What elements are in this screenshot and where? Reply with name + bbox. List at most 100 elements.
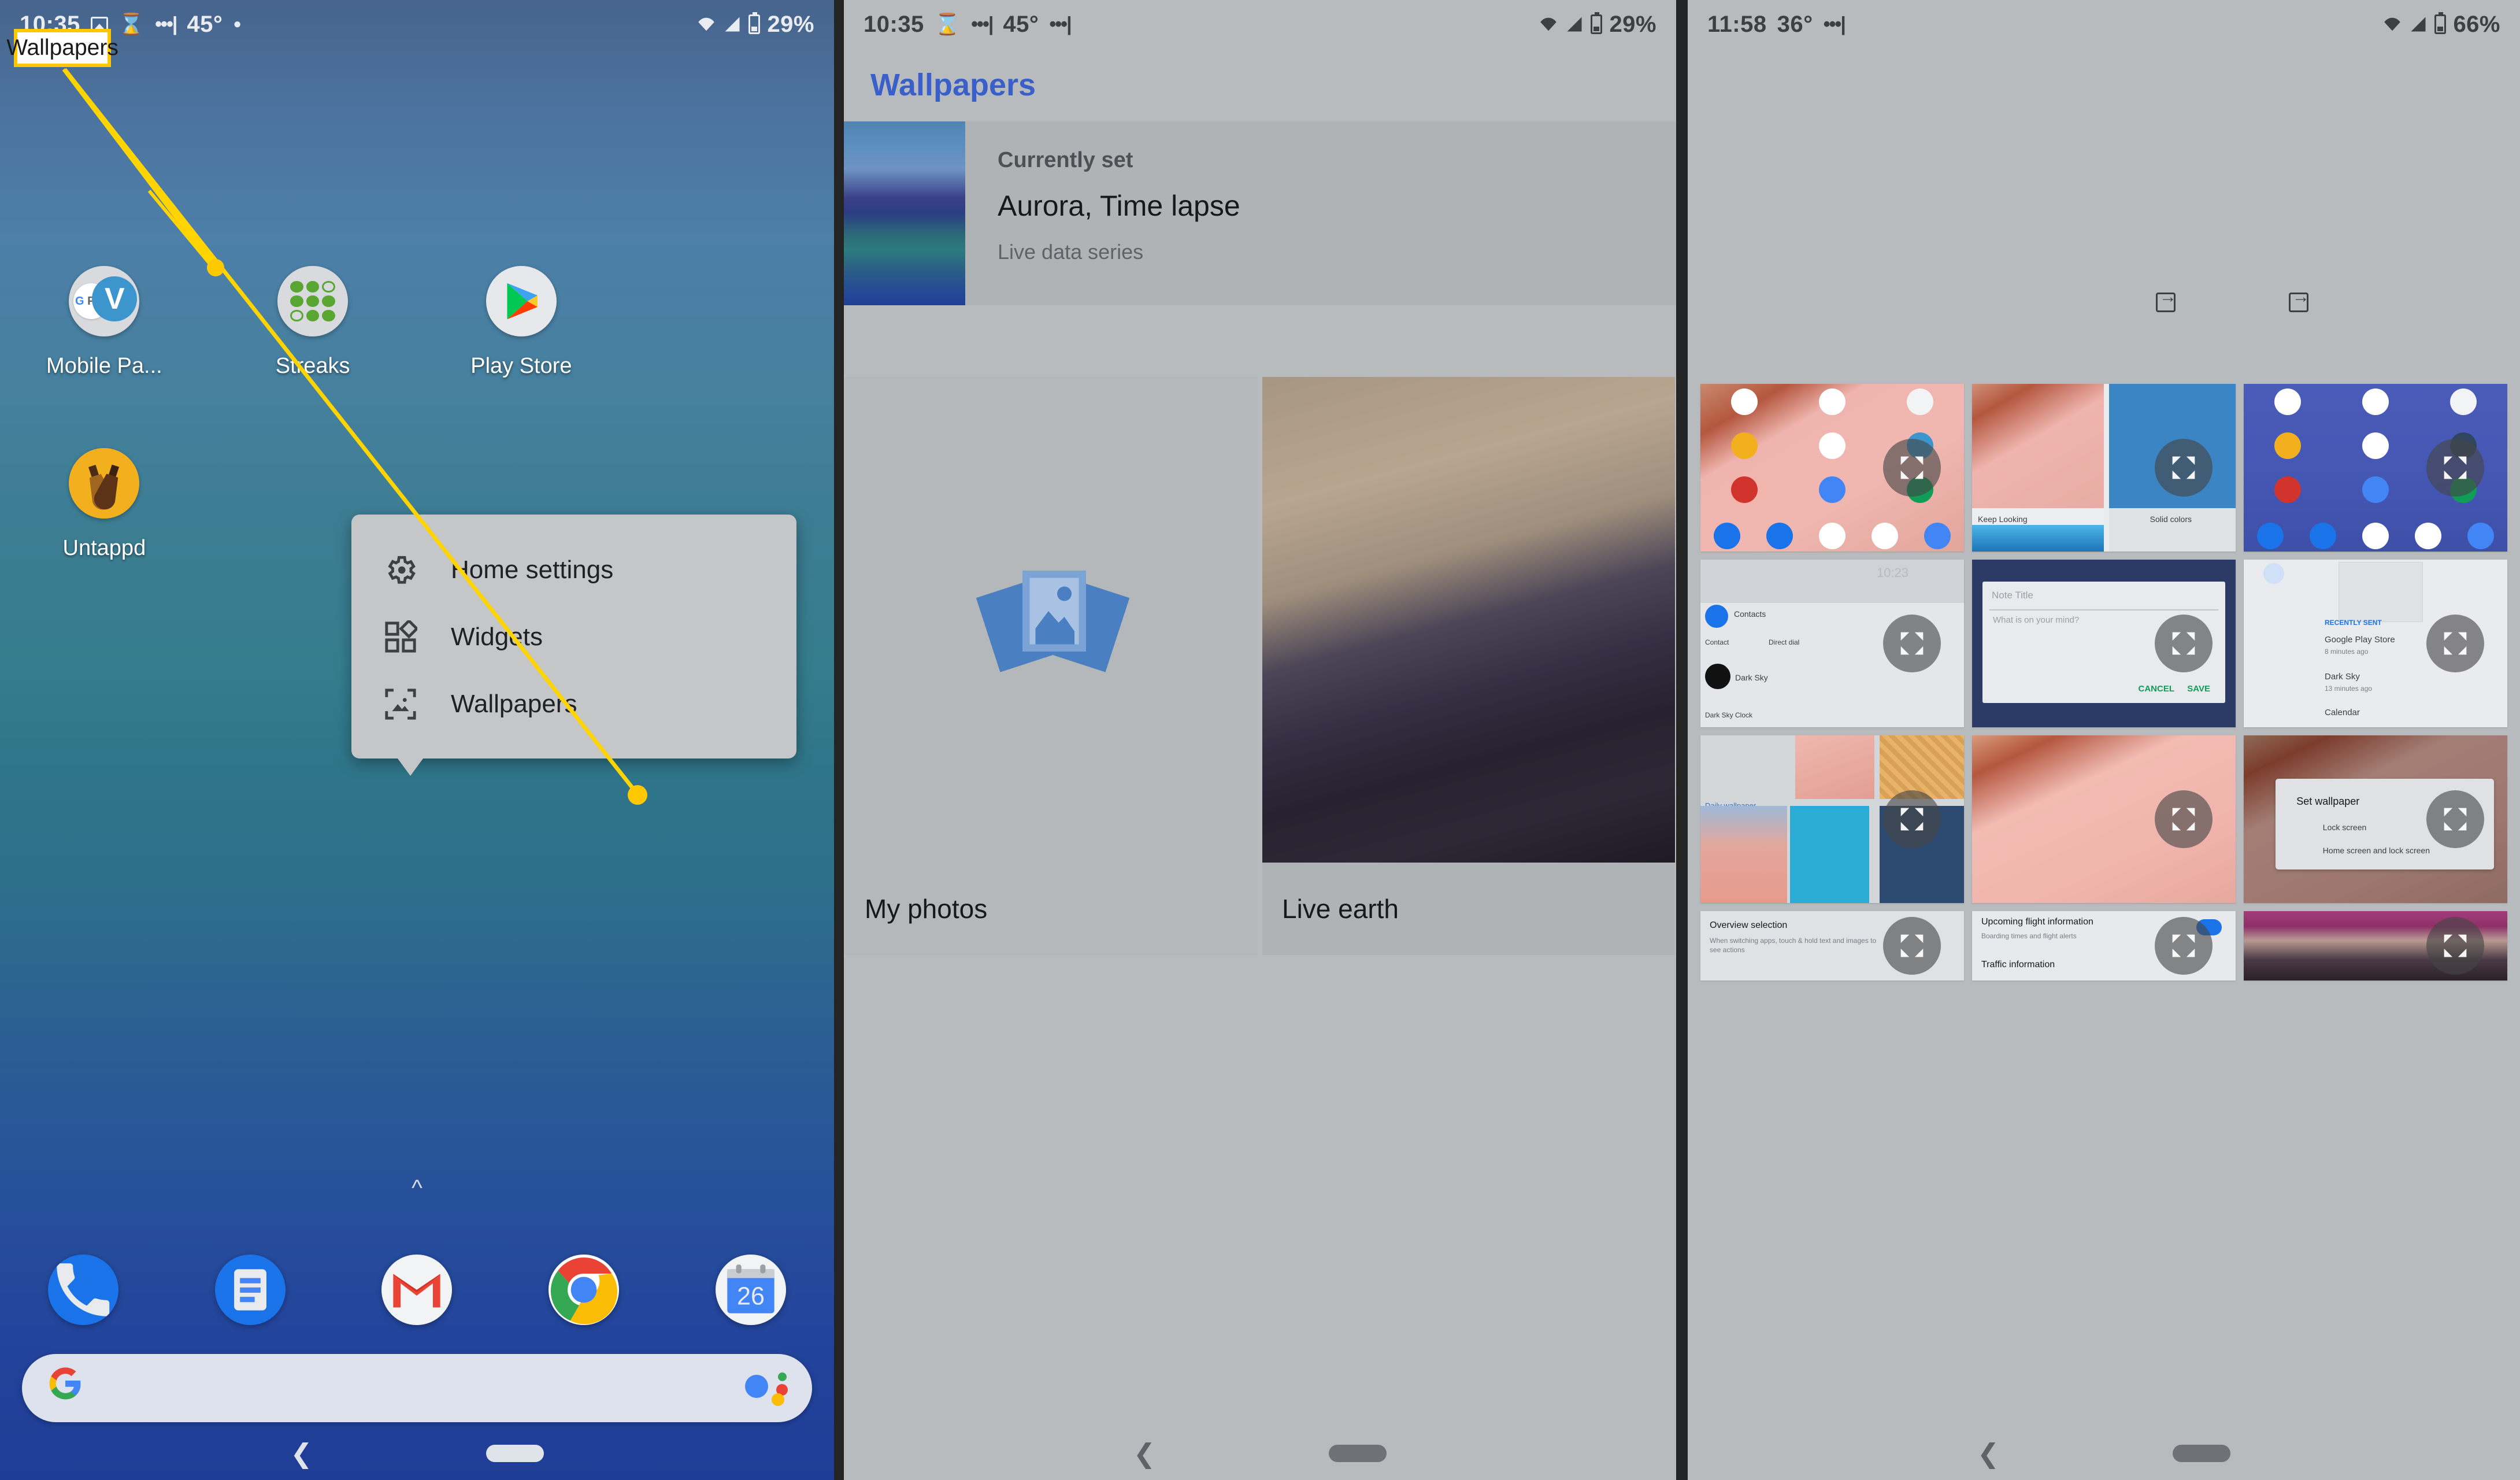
calendar-icon: 26	[715, 1255, 786, 1325]
wifi-icon	[1540, 17, 1557, 31]
expand-icon[interactable]	[2426, 615, 2484, 672]
current-wallpaper-thumbnail	[844, 121, 965, 305]
currently-set-name: Aurora, Time lapse	[998, 190, 1240, 222]
app-play-store[interactable]: Play Store	[417, 266, 626, 379]
panel-wallpapers-app: 10:35 ⌛ •••| 45° •••| 29% Wallpapers Cur…	[844, 0, 1676, 1480]
dock: 26	[0, 1255, 834, 1325]
gmail-icon	[381, 1255, 453, 1325]
back-icon[interactable]: ❮	[290, 1438, 313, 1469]
tile-text: Upcoming flight information	[1981, 917, 2093, 927]
recent-image-tile[interactable]: Set wallpaper Lock screen Home screen an…	[2244, 735, 2507, 903]
recent-image-tile[interactable]: RECENTLY SENT Google Play Store 8 minute…	[2244, 560, 2507, 727]
tile-text: 8 minutes ago	[2325, 648, 2369, 656]
tile-text: Dark Sky	[1735, 673, 1768, 682]
status-bar-3: 11:58 36° •••| 66%	[1688, 0, 2520, 49]
expand-icon[interactable]	[2155, 615, 2213, 672]
callout-text: Wallpapers	[6, 35, 118, 60]
signal-icon	[725, 17, 740, 32]
wifi-icon	[698, 17, 715, 31]
status-time: 10:35	[864, 11, 924, 37]
expand-icon[interactable]	[1883, 439, 1941, 497]
menu-item-label: Wallpapers	[451, 690, 577, 718]
live-earth-thumbnail	[1262, 377, 1675, 863]
recent-image-tile[interactable]	[2244, 911, 2507, 980]
messages-icon	[214, 1255, 286, 1325]
dock-item-calendar[interactable]: 26	[667, 1255, 834, 1325]
untappd-app-icon	[69, 448, 140, 519]
signal-icon	[2411, 17, 2426, 32]
expand-icon[interactable]	[2426, 439, 2484, 497]
dock-item-chrome[interactable]	[501, 1255, 668, 1325]
tile-text: What is on your mind?	[1993, 615, 2080, 625]
back-icon[interactable]: ❮	[1133, 1438, 1156, 1469]
app-drawer-caret-icon[interactable]: ^	[0, 1175, 834, 1201]
tile-text: Set wallpaper	[2296, 796, 2360, 808]
my-photos-thumbnail	[845, 377, 1258, 863]
app-untappd[interactable]: Untappd	[0, 448, 209, 561]
battery-icon	[2434, 12, 2447, 34]
dock-item-messages[interactable]	[167, 1255, 334, 1325]
app-mobile-payments[interactable]: G Pay V Mobile Pa...	[0, 266, 209, 379]
menu-item-home-settings[interactable]: Home settings	[351, 536, 796, 604]
callout-dot-start	[207, 259, 224, 276]
callout-target-dot	[628, 785, 647, 805]
tile-text: Dark Sky Clock	[1705, 711, 1753, 719]
tile-text: Contact	[1705, 638, 1729, 646]
status-temp: 45°	[1003, 11, 1039, 37]
play-store-icon	[486, 266, 557, 336]
back-icon[interactable]: ❮	[1977, 1438, 2000, 1469]
tile-text: Boarding times and flight alerts	[1981, 932, 2077, 940]
battery-icon	[748, 12, 761, 34]
tile-text: Home screen and lock screen	[2322, 846, 2430, 856]
recent-image-tile[interactable]	[1972, 735, 2236, 903]
expand-icon[interactable]	[2155, 439, 2213, 497]
recent-image-tile[interactable]: Overview selection When switching apps, …	[1700, 911, 1964, 980]
recent-image-tile[interactable]	[2244, 384, 2507, 552]
expand-icon[interactable]	[1883, 790, 1941, 848]
recent-image-tile[interactable]: Daily wallpaper Tap to turn on	[1700, 735, 1964, 903]
tile-text: Direct dial	[1769, 638, 1800, 646]
dots-icon: •••|	[971, 13, 994, 35]
expand-icon[interactable]	[2426, 790, 2484, 848]
menu-item-wallpapers[interactable]: Wallpapers	[351, 671, 796, 738]
app-streaks[interactable]: Streaks	[209, 266, 417, 379]
app-label: Untappd	[62, 536, 146, 560]
mobile-payments-folder-icon: G Pay V	[69, 266, 140, 336]
phone-icon	[48, 1255, 119, 1325]
dock-item-gmail[interactable]	[333, 1255, 501, 1325]
recent-image-tile[interactable]: Keep Looking Solid colors	[1972, 384, 2236, 552]
recent-image-tile[interactable]: Note Title What is on your mind? CANCEL …	[1972, 560, 2236, 727]
tile-text: 10:23	[1876, 565, 1908, 580]
recent-image-tile[interactable]: Upcoming flight information Boarding tim…	[1972, 911, 2236, 980]
google-assistant-icon[interactable]	[745, 1371, 788, 1406]
home-pill-icon[interactable]	[2173, 1445, 2231, 1462]
tile-text: Overview selection	[1710, 920, 1788, 930]
expand-icon[interactable]	[2155, 917, 2213, 975]
svg-text:26: 26	[737, 1282, 765, 1310]
tile-text: CANCEL	[2138, 684, 2175, 694]
gear-icon	[388, 556, 416, 584]
currently-set-row[interactable]: Currently set Aurora, Time lapse Live da…	[844, 121, 1676, 305]
dock-item-phone[interactable]	[0, 1255, 167, 1325]
menu-item-widgets[interactable]: Widgets	[351, 604, 796, 671]
card-live-earth[interactable]: Live earth	[1262, 377, 1675, 955]
status-time: 11:58	[1707, 11, 1767, 37]
expand-icon[interactable]	[1883, 917, 1941, 975]
expand-icon[interactable]	[2426, 917, 2484, 975]
tile-text: SAVE	[2187, 684, 2210, 694]
expand-icon[interactable]	[2155, 790, 2213, 848]
panel-divider-2	[1676, 0, 1688, 1480]
google-search-widget[interactable]	[22, 1354, 812, 1422]
expand-icon[interactable]	[1883, 615, 1941, 672]
recent-image-tile[interactable]: 10:23 Contacts Contact Direct dial Dark …	[1700, 560, 1964, 727]
card-label: Live earth	[1262, 863, 1675, 955]
streaks-app-icon	[277, 266, 349, 336]
card-my-photos[interactable]: My photos	[845, 377, 1258, 955]
home-pill-icon[interactable]	[1329, 1445, 1387, 1462]
home-pill-icon[interactable]	[486, 1445, 544, 1462]
hourglass-icon: ⌛	[934, 12, 961, 36]
navigation-bar-1: ❮	[0, 1427, 834, 1480]
recent-image-tile[interactable]	[1700, 384, 1964, 552]
tile-text: Contacts	[1734, 609, 1766, 619]
tile-text: Solid colors	[2150, 515, 2192, 524]
